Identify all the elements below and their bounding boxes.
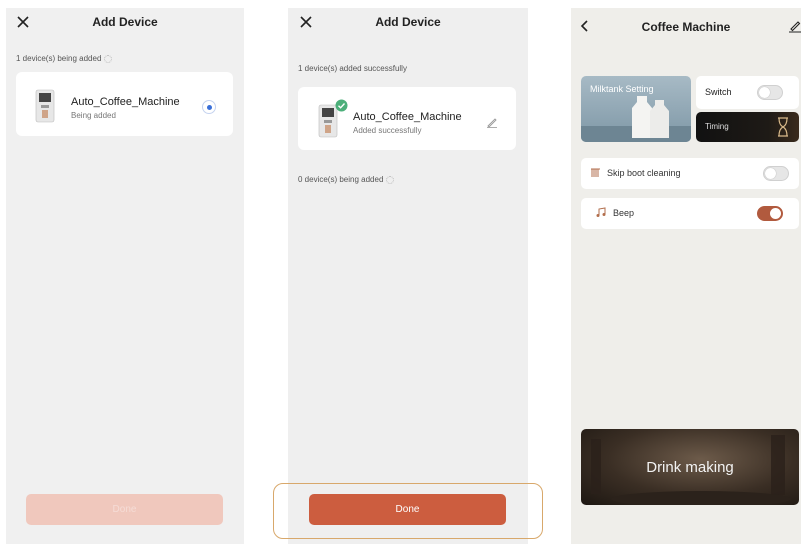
skip-boot-cleaning-row: Skip boot cleaning bbox=[581, 158, 799, 189]
page-title: Coffee Machine bbox=[641, 20, 731, 34]
switch-tile: Switch bbox=[696, 76, 799, 109]
device-status: Added successfully bbox=[353, 126, 422, 135]
spinner-icon bbox=[104, 54, 113, 63]
skip-boot-toggle[interactable] bbox=[763, 166, 789, 181]
cleaning-icon bbox=[590, 167, 601, 181]
device-status: Being added bbox=[71, 111, 116, 120]
page-title: Add Device bbox=[92, 15, 158, 29]
device-card[interactable]: Auto_Coffee_Machine Being added bbox=[16, 72, 233, 136]
device-name: Auto_Coffee_Machine bbox=[71, 96, 180, 108]
beep-icon bbox=[595, 207, 606, 221]
add-device-screen-adding: Add Device 1 device(s) being added Auto_… bbox=[6, 8, 244, 544]
header: Add Device bbox=[6, 8, 244, 38]
switch-label: Switch bbox=[705, 87, 732, 97]
device-card[interactable]: Auto_Coffee_Machine Added successfully bbox=[298, 87, 516, 150]
check-icon bbox=[335, 99, 348, 112]
coffee-machine-icon bbox=[35, 89, 55, 123]
drink-making-label: Drink making bbox=[646, 459, 734, 476]
timing-icon bbox=[778, 117, 788, 137]
milktank-label: Milktank Setting bbox=[590, 84, 654, 94]
adding-status: 1 device(s) being added bbox=[16, 54, 113, 63]
skip-boot-label: Skip boot cleaning bbox=[607, 168, 681, 178]
done-button-highlight bbox=[273, 483, 543, 539]
timing-label: Timing bbox=[705, 122, 729, 131]
success-status: 1 device(s) added successfully bbox=[298, 64, 407, 73]
adding-status-text: 0 device(s) being added bbox=[298, 175, 384, 184]
header: Coffee Machine bbox=[571, 8, 801, 38]
done-button[interactable]: Done bbox=[26, 494, 223, 525]
add-device-screen-success: Add Device 1 device(s) added successfull… bbox=[288, 8, 528, 544]
radio-icon[interactable] bbox=[202, 100, 216, 114]
coffee-machine-screen: Coffee Machine Milktank Setting Switch T… bbox=[571, 8, 801, 544]
edit-icon[interactable] bbox=[486, 116, 498, 128]
beep-toggle[interactable] bbox=[757, 206, 783, 221]
header: Add Device bbox=[288, 8, 528, 38]
beep-row: Beep bbox=[581, 198, 799, 229]
switch-toggle[interactable] bbox=[757, 85, 783, 100]
adding-status-text: 1 device(s) being added bbox=[16, 54, 102, 63]
success-status-text: 1 device(s) added successfully bbox=[298, 64, 407, 73]
adding-status: 0 device(s) being added bbox=[298, 175, 395, 184]
beep-label: Beep bbox=[613, 208, 635, 218]
spinner-icon bbox=[386, 175, 395, 184]
page-title: Add Device bbox=[375, 15, 441, 29]
device-name: Auto_Coffee_Machine bbox=[353, 111, 462, 123]
edit-icon[interactable] bbox=[785, 16, 801, 36]
milktank-setting-tile[interactable]: Milktank Setting bbox=[581, 76, 691, 142]
timing-tile[interactable]: Timing bbox=[696, 112, 799, 142]
drink-making-tile[interactable]: Drink making bbox=[581, 429, 799, 505]
